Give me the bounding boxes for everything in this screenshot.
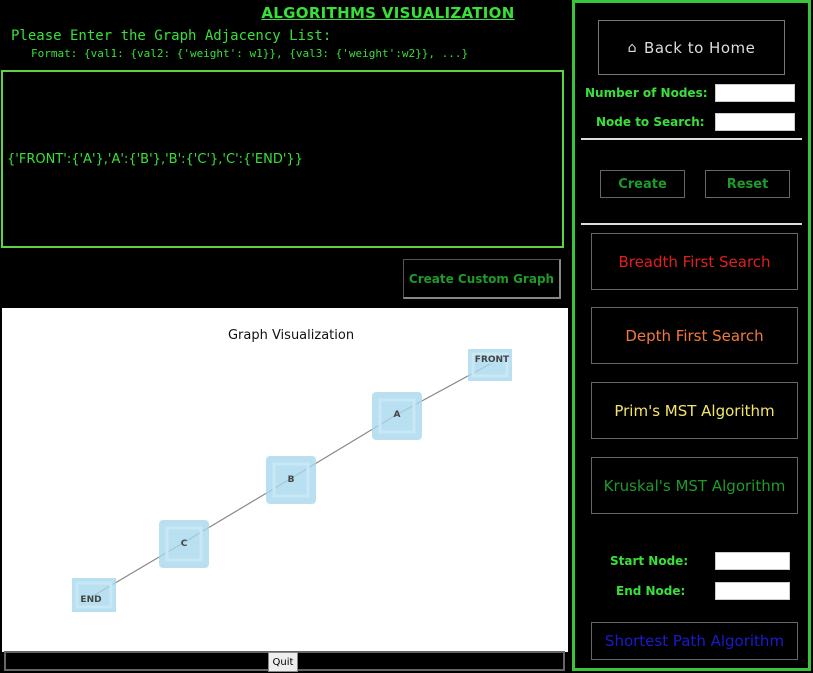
divider bbox=[581, 223, 802, 225]
end-node-input[interactable] bbox=[715, 582, 790, 600]
quit-button[interactable]: Quit bbox=[268, 652, 298, 672]
create-custom-graph-button[interactable]: Create Custom Graph bbox=[403, 259, 561, 299]
num-nodes-label: Number of Nodes: bbox=[585, 86, 708, 100]
adjacency-prompt: Please Enter the Graph Adjacency List: bbox=[11, 28, 332, 44]
kruskal-mst-button[interactable]: Kruskal's MST Algorithm bbox=[591, 457, 798, 514]
start-node-label: Start Node: bbox=[610, 554, 689, 568]
node-to-search-label: Node to Search: bbox=[596, 115, 705, 129]
divider bbox=[581, 138, 802, 140]
graph-canvas: Graph Visualization FRONT A B C END bbox=[2, 308, 568, 652]
graph-node-label: B bbox=[287, 475, 295, 485]
back-to-home-button[interactable]: ⌂ Back to Home bbox=[598, 20, 785, 75]
home-icon: ⌂ bbox=[627, 39, 638, 56]
bfs-button[interactable]: Breadth First Search bbox=[591, 233, 798, 290]
shortest-path-button[interactable]: Shortest Path Algorithm bbox=[591, 622, 798, 660]
prim-mst-button[interactable]: Prim's MST Algorithm bbox=[591, 382, 798, 439]
format-hint: Format: {val1: {val2: {'weight': w1}}, {… bbox=[31, 47, 469, 60]
back-to-home-label: Back to Home bbox=[644, 38, 756, 57]
graph-node-label: FRONT bbox=[474, 355, 510, 365]
adjacency-input[interactable]: {'FRONT':{'A'},'A':{'B'},'B':{'C'},'C':{… bbox=[1, 70, 564, 248]
dfs-button[interactable]: Depth First Search bbox=[591, 307, 798, 364]
num-nodes-input[interactable] bbox=[715, 84, 795, 102]
node-to-search-input[interactable] bbox=[715, 113, 795, 131]
end-node-label: End Node: bbox=[616, 584, 686, 598]
adjacency-input-value: {'FRONT':{'A'},'A':{'B'},'B':{'C'},'C':{… bbox=[7, 151, 303, 167]
graph-node-label: A bbox=[393, 410, 401, 420]
graph-node-label: END bbox=[80, 595, 102, 605]
create-button[interactable]: Create bbox=[600, 170, 685, 198]
graph-node-label: C bbox=[180, 539, 188, 549]
start-node-input[interactable] bbox=[715, 552, 790, 570]
reset-button[interactable]: Reset bbox=[705, 170, 790, 198]
